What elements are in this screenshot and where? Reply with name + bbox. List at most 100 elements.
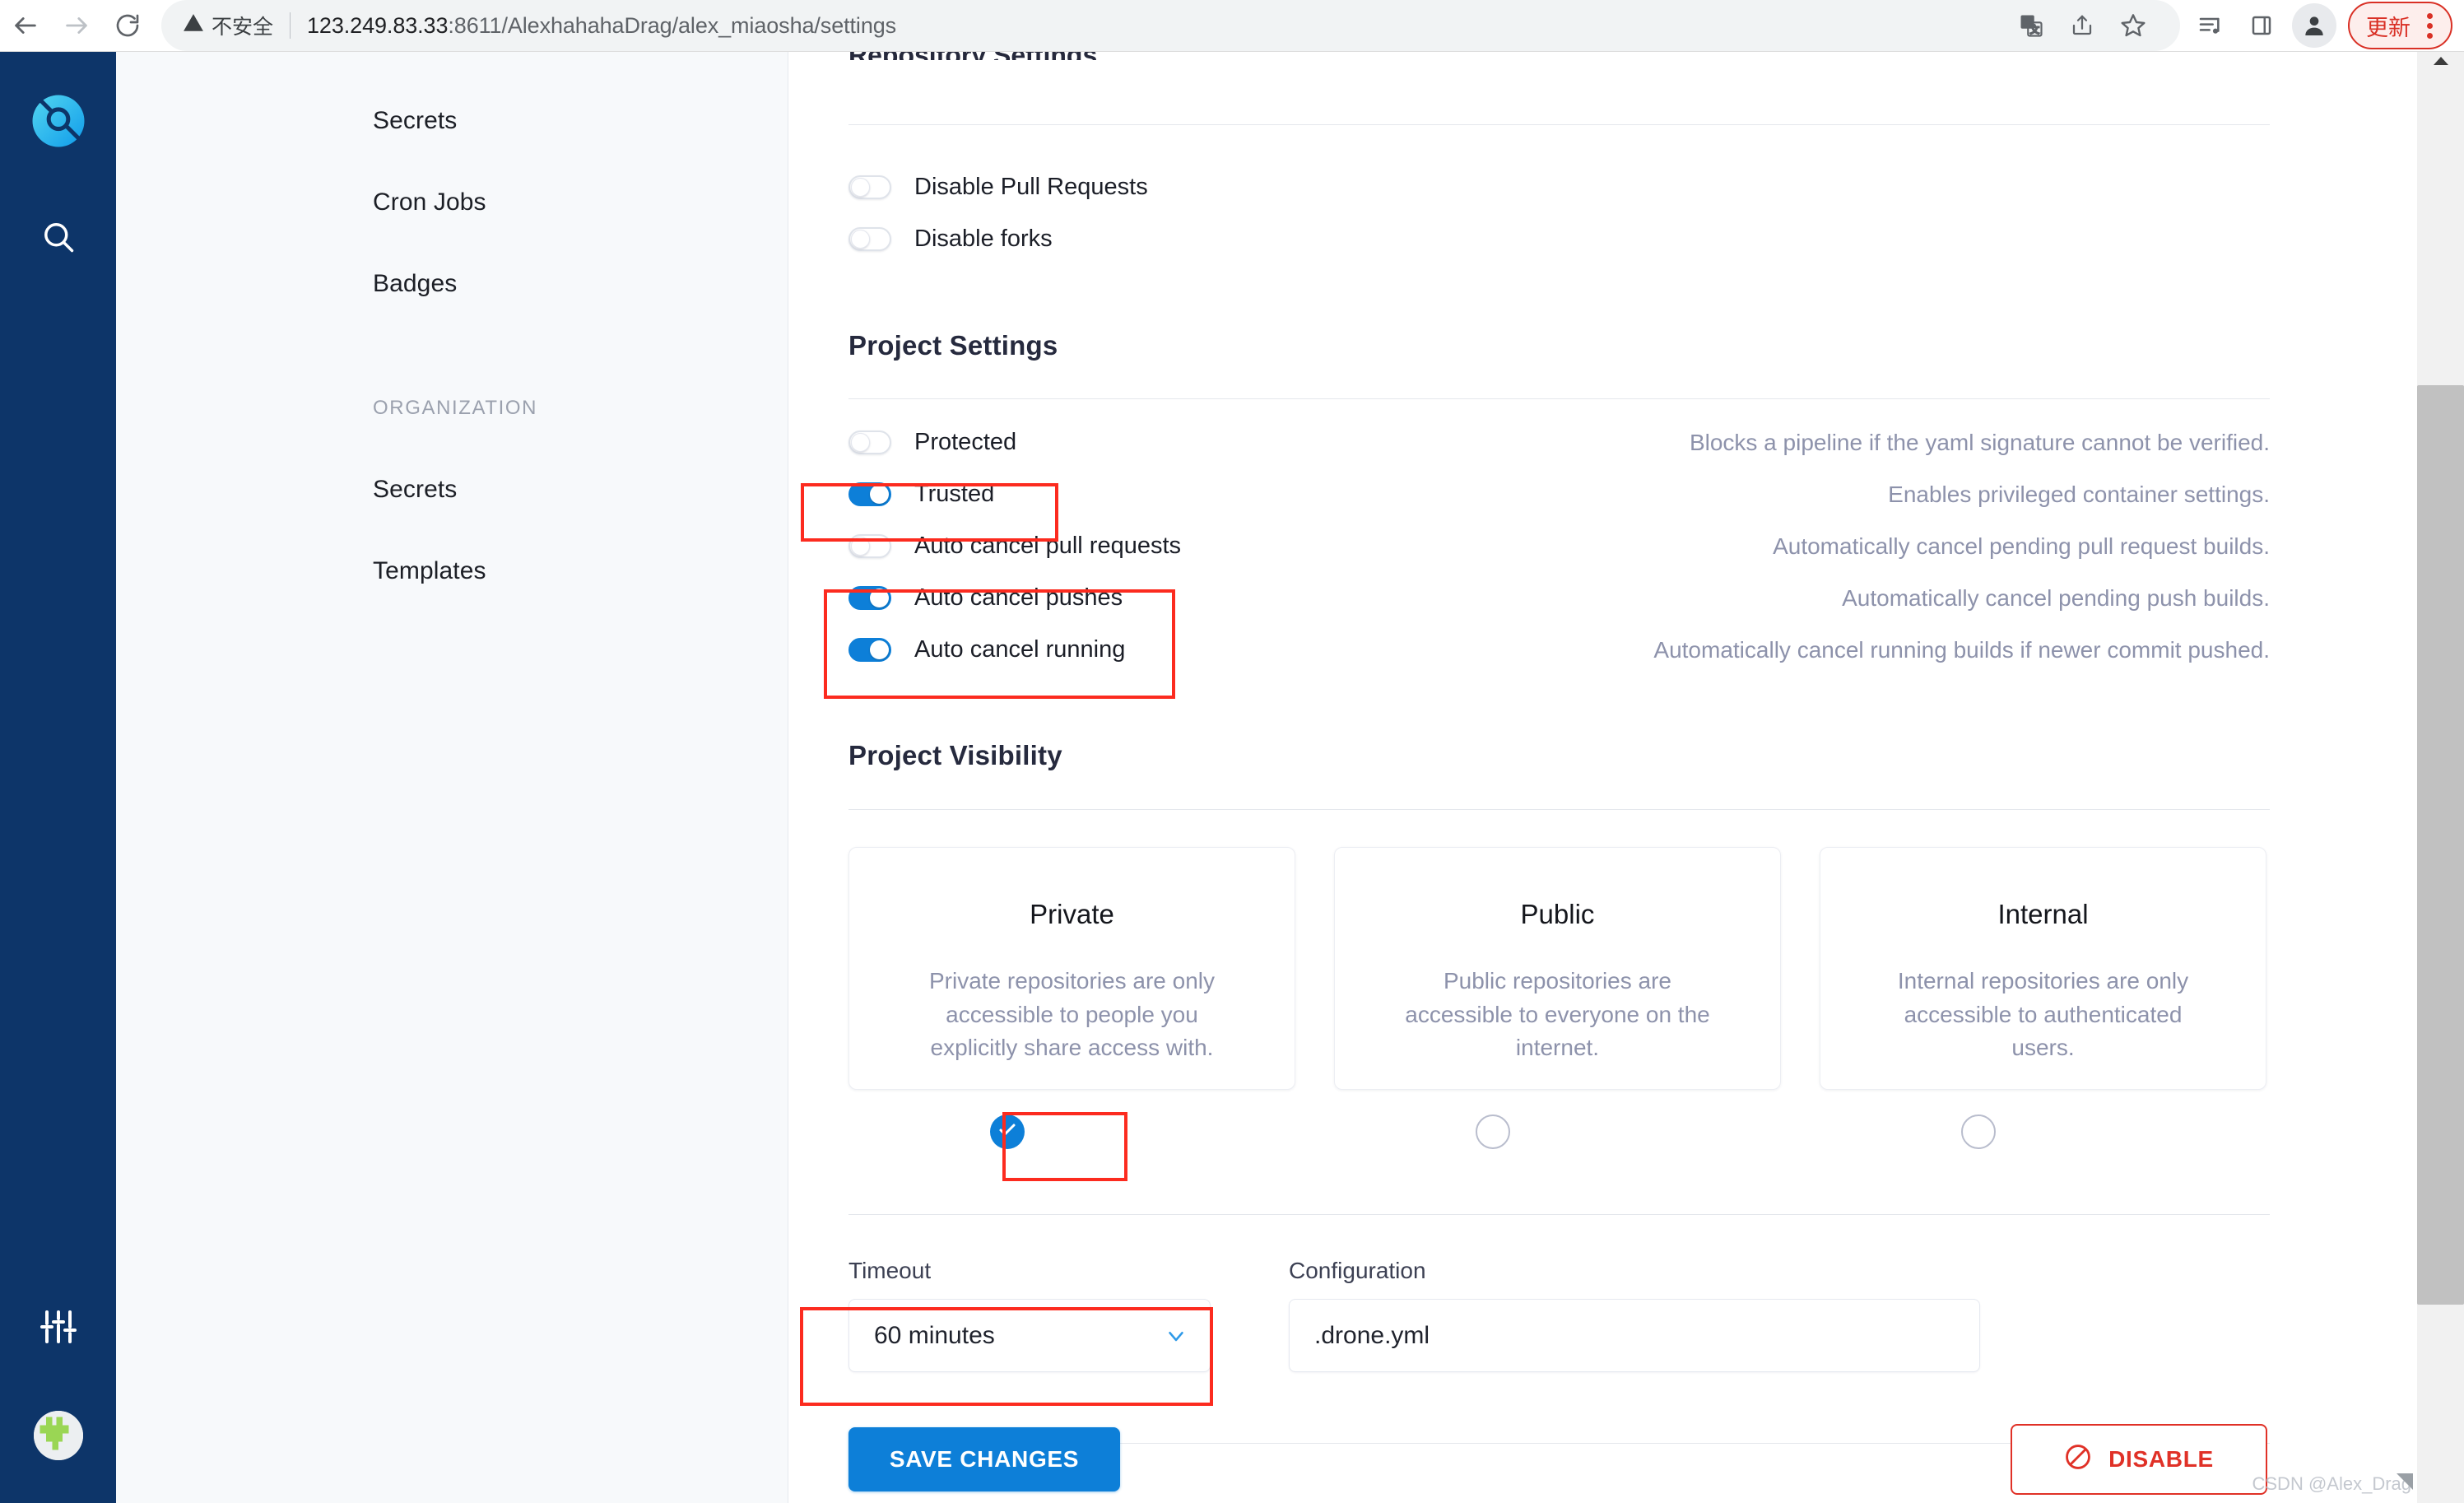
side-panel-icon[interactable] — [2236, 0, 2287, 51]
visibility-card-private[interactable]: Private Private repositories are only ac… — [848, 847, 1295, 1090]
visibility-card-description: Public repositories are accessible to ev… — [1405, 968, 1710, 1061]
profile-avatar-icon[interactable] — [2292, 3, 2336, 48]
search-icon[interactable] — [30, 208, 87, 266]
toggle-switch-off[interactable] — [848, 226, 891, 251]
visibility-card-title: Internal — [1997, 899, 2089, 929]
toggle-switch-off[interactable] — [848, 533, 891, 558]
check-icon — [997, 1120, 1017, 1144]
sidebar-item-badges[interactable]: Badges — [116, 243, 788, 324]
visibility-radio-public[interactable] — [1476, 1114, 1510, 1149]
toggle-label: Disable Pull Requests — [914, 173, 1148, 200]
divider — [848, 1214, 2270, 1215]
scroll-up-arrow-icon[interactable] — [2417, 52, 2464, 70]
security-indicator[interactable]: 不安全 — [183, 11, 273, 40]
toggle-description: Automatically cancel pending push builds… — [1842, 585, 2270, 611]
visibility-card-title: Public — [1520, 899, 1595, 929]
timeout-label: Timeout — [848, 1258, 932, 1283]
sidebar-section-organization: ORGANIZATION — [373, 396, 538, 419]
toggle-protected[interactable]: Protected — [848, 422, 1016, 462]
url-path: :8611/AlexhahahaDrag/alex_miaosha/settin… — [448, 12, 897, 38]
scrollbar-thumb[interactable] — [2417, 385, 2464, 1305]
toggle-switch-off[interactable] — [848, 174, 891, 199]
forward-button[interactable] — [51, 0, 102, 51]
divider — [848, 809, 2270, 810]
sidebar-item-org-secrets[interactable]: Secrets — [116, 449, 788, 530]
toggle-switch-on[interactable] — [848, 585, 891, 610]
back-arrow-icon — [12, 12, 40, 40]
visibility-card-title: Private — [1030, 899, 1114, 929]
user-avatar-icon[interactable] — [33, 1411, 83, 1460]
toggle-label: Protected — [914, 428, 1017, 455]
update-label: 更新 — [2366, 15, 2411, 40]
reload-button[interactable] — [102, 0, 153, 51]
media-playlist-icon[interactable] — [2185, 0, 2236, 51]
sidebar-item-secrets[interactable]: Secrets — [116, 80, 788, 161]
browser-toolbar: 不安全 123.249.83.33:8611/AlexhahahaDrag/al… — [0, 0, 2464, 52]
visibility-card-description: Internal repositories are only accessibl… — [1897, 968, 2189, 1061]
toggle-label: Auto cancel running — [914, 635, 1126, 663]
drone-logo-icon[interactable] — [29, 91, 88, 151]
configuration-input[interactable]: .drone.yml — [1289, 1299, 1980, 1372]
sidebar-item-label: Secrets — [373, 475, 458, 503]
sidebar-item-cron-jobs[interactable]: Cron Jobs — [116, 161, 788, 243]
toggle-label: Auto cancel pushes — [914, 584, 1123, 611]
project-visibility-heading: Project Visibility — [848, 740, 1062, 770]
forward-arrow-icon — [63, 12, 91, 40]
settings-content-panel: Repository Settings Disable Pull Request… — [788, 52, 2417, 1503]
toggle-auto-cancel-pull-requests[interactable]: Auto cancel pull requests — [848, 526, 1181, 565]
disable-button[interactable]: DISABLE — [2011, 1424, 2267, 1495]
toggle-description: Automatically cancel pending pull reques… — [1773, 533, 2270, 559]
toggle-switch-off[interactable] — [848, 430, 891, 454]
toggle-auto-cancel-running[interactable]: Auto cancel running — [848, 630, 1125, 669]
settings-sidebar: Secrets Cron Jobs Badges ORGANIZATION Se… — [116, 52, 788, 1503]
bookmark-star-icon[interactable] — [2108, 0, 2159, 51]
reload-icon — [114, 12, 141, 39]
sidebar-item-label: Templates — [373, 556, 486, 584]
toggle-label: Auto cancel pull requests — [914, 532, 1182, 559]
save-changes-label: SAVE CHANGES — [889, 1446, 1080, 1472]
back-button[interactable] — [0, 0, 51, 51]
timeout-value: 60 minutes — [874, 1321, 995, 1349]
address-bar[interactable]: 不安全 123.249.83.33:8611/AlexhahahaDrag/al… — [161, 0, 2180, 51]
sidebar-item-label: Secrets — [373, 106, 458, 134]
toggle-label: Trusted — [914, 480, 995, 507]
cut-off-heading: Repository Settings — [848, 52, 1097, 60]
toggle-disable-forks[interactable]: Disable forks — [848, 219, 1053, 258]
share-icon[interactable] — [2057, 0, 2108, 51]
sidebar-item-label: Badges — [373, 269, 458, 297]
toggle-disable-pull-requests[interactable]: Disable Pull Requests — [848, 167, 1148, 207]
svg-text:文: 文 — [2030, 24, 2039, 35]
kebab-menu-icon[interactable] — [2414, 12, 2446, 39]
toggle-description: Enables privileged container settings. — [1888, 482, 2270, 507]
omnibox-actions: G文 — [2006, 0, 2159, 51]
watermark-text: CSDN @Alex_Drag — [2252, 1473, 2412, 1494]
visibility-radio-internal[interactable] — [1961, 1114, 1996, 1149]
toggle-label: Disable forks — [914, 225, 1053, 252]
omnibox-divider — [290, 12, 291, 39]
save-changes-button[interactable]: SAVE CHANGES — [848, 1427, 1120, 1491]
warning-triangle-icon — [183, 12, 204, 40]
visibility-card-internal[interactable]: Internal Internal repositories are only … — [1820, 847, 2266, 1090]
timeout-select[interactable]: 60 minutes — [848, 1299, 1211, 1372]
no-entry-icon — [2064, 1443, 2092, 1477]
toggle-description: Blocks a pipeline if the yaml signature … — [1689, 430, 2270, 455]
project-settings-heading: Project Settings — [848, 330, 1058, 361]
configuration-value: .drone.yml — [1314, 1321, 1430, 1349]
security-label: 不安全 — [212, 16, 274, 39]
translate-icon[interactable]: G文 — [2006, 0, 2057, 51]
visibility-radio-private[interactable] — [990, 1114, 1025, 1149]
toggle-switch-on[interactable] — [848, 637, 891, 662]
sliders-settings-icon[interactable] — [32, 1301, 85, 1353]
toggle-auto-cancel-pushes[interactable]: Auto cancel pushes — [848, 578, 1123, 617]
page-body: Secrets Cron Jobs Badges ORGANIZATION Se… — [0, 52, 2464, 1503]
url-host: 123.249.83.33 — [307, 12, 449, 38]
app-icon-rail — [0, 52, 116, 1503]
toggle-switch-on[interactable] — [848, 482, 891, 506]
toggle-description: Automatically cancel running builds if n… — [1653, 637, 2270, 663]
toggle-trusted[interactable]: Trusted — [848, 474, 994, 514]
update-button[interactable]: 更新 — [2348, 2, 2452, 49]
page-scrollbar[interactable] — [2417, 52, 2464, 1503]
sidebar-item-org-templates[interactable]: Templates — [116, 530, 788, 612]
watermark-triangle-icon — [2397, 1473, 2413, 1490]
visibility-card-public[interactable]: Public Public repositories are accessibl… — [1334, 847, 1781, 1090]
